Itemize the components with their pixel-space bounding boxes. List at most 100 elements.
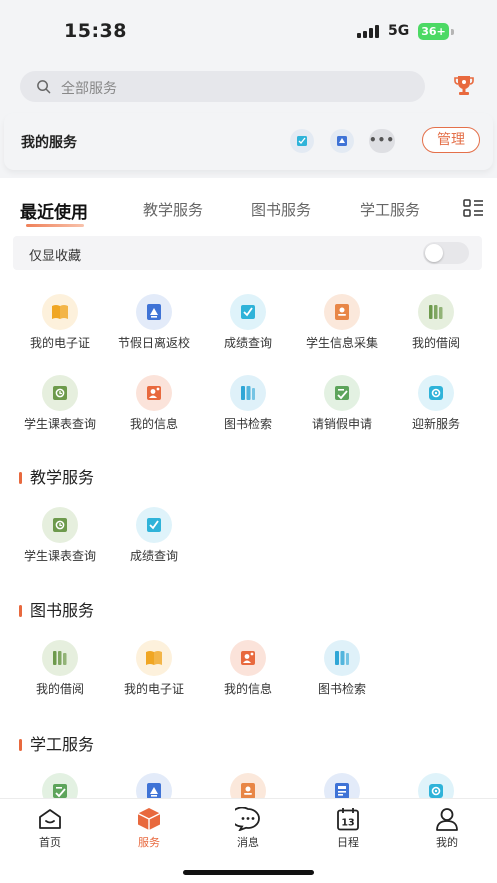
service-item-label: 学生课表查询 <box>23 549 96 563</box>
campus-pass-icon[interactable] <box>330 129 354 153</box>
battery-tip <box>451 29 454 35</box>
welcome-icon <box>418 773 454 798</box>
battery-icon: 36+ <box>418 23 449 40</box>
service-item-label: 成绩查询 <box>129 549 178 563</box>
home-icon <box>39 809 61 829</box>
service-item-label: 我的借阅 <box>411 336 460 350</box>
service-item[interactable]: 我的电子证 <box>15 294 105 352</box>
service-item-label: 迎新服务 <box>411 417 460 431</box>
nav-profile[interactable]: 我的 <box>417 807 477 850</box>
book-icon <box>136 640 172 676</box>
tab-teaching[interactable]: 教学服务 <box>143 199 203 220</box>
search-placeholder: 全部服务 <box>61 81 117 97</box>
service-item[interactable] <box>109 773 199 798</box>
signal-icon <box>357 25 379 38</box>
student-info-icon <box>230 773 266 798</box>
nav-home[interactable]: 首页 <box>20 807 80 850</box>
nav-messages[interactable]: 消息 <box>218 807 278 850</box>
grade-icon <box>230 294 266 330</box>
favorites-only-row: 仅显收藏 <box>13 236 482 270</box>
bookshelf-icon <box>42 640 78 676</box>
id-card-icon <box>324 773 360 798</box>
section-title-library: 图书服务 <box>19 597 94 621</box>
service-item-label: 学生信息采集 <box>305 336 378 350</box>
service-item[interactable]: 学生课表查询 <box>15 507 105 565</box>
section-title-student-affairs: 学工服务 <box>19 731 94 755</box>
service-item[interactable]: 我的信息 <box>203 640 293 698</box>
service-item[interactable]: 学生信息采集 <box>297 294 387 352</box>
services-panel: 最近使用 教学服务 图书服务 学工服务 仅显收藏 我的电子证 节假日离返校 成绩查询… <box>0 178 497 798</box>
manage-button[interactable]: 管理 <box>422 127 480 153</box>
toggle-knob <box>425 244 443 262</box>
grid-menu-icon[interactable] <box>463 199 484 217</box>
service-item[interactable] <box>297 773 387 798</box>
service-item[interactable]: 成绩查询 <box>203 294 293 352</box>
nav-schedule[interactable]: 13 日程 <box>318 807 378 850</box>
leave-request-icon <box>324 375 360 411</box>
service-item[interactable] <box>203 773 293 798</box>
grade-icon[interactable] <box>290 129 314 153</box>
student-info-icon <box>324 294 360 330</box>
service-item[interactable]: 我的借阅 <box>15 640 105 698</box>
service-item-label: 请销假申请 <box>311 417 372 431</box>
grade-icon <box>136 507 172 543</box>
service-item[interactable]: 图书检索 <box>203 375 293 433</box>
status-bar: 15:38 5G 36+ <box>0 0 497 60</box>
service-item[interactable]: 节假日离返校 <box>109 294 199 352</box>
active-tab-indicator <box>26 224 84 227</box>
favorites-only-toggle[interactable] <box>423 242 469 264</box>
more-icon[interactable]: ••• <box>369 129 395 153</box>
home-indicator <box>183 870 314 875</box>
category-tabs: 最近使用 教学服务 图书服务 学工服务 <box>0 178 497 236</box>
service-item[interactable]: 我的电子证 <box>109 640 199 698</box>
service-item[interactable]: 迎新服务 <box>391 375 481 433</box>
trophy-icon[interactable] <box>453 74 475 98</box>
message-icon <box>235 807 260 831</box>
book-icon <box>42 294 78 330</box>
service-item-label: 我的借阅 <box>35 682 84 696</box>
nav-services[interactable]: 服务 <box>119 807 179 850</box>
service-item-label: 我的信息 <box>223 682 272 696</box>
service-item-label: 学生课表查询 <box>23 417 96 431</box>
service-item[interactable]: 成绩查询 <box>109 507 199 565</box>
my-services-title: 我的服务 <box>21 135 77 151</box>
my-services-bar: 我的服务 ••• 管理 <box>4 113 493 170</box>
library-search-icon <box>324 640 360 676</box>
service-item[interactable]: 学生课表查询 <box>15 375 105 433</box>
service-item-label: 成绩查询 <box>223 336 272 350</box>
service-item[interactable]: 请销假申请 <box>297 375 387 433</box>
network-type: 5G <box>388 23 410 39</box>
search-icon <box>37 80 51 94</box>
welcome-icon <box>418 375 454 411</box>
bookshelf-icon <box>418 294 454 330</box>
schedule-icon <box>42 507 78 543</box>
search-input[interactable]: 全部服务 <box>20 71 425 102</box>
service-item-label: 节假日离返校 <box>117 336 190 350</box>
my-info-icon <box>230 640 266 676</box>
my-info-icon <box>136 375 172 411</box>
section-title-teaching: 教学服务 <box>19 464 94 488</box>
profile-icon <box>436 808 458 831</box>
service-item[interactable]: 我的借阅 <box>391 294 481 352</box>
service-item-label: 图书检索 <box>223 417 272 431</box>
tab-recent[interactable]: 最近使用 <box>20 198 88 223</box>
service-item-label: 我的电子证 <box>123 682 184 696</box>
library-search-icon <box>230 375 266 411</box>
service-item-label: 我的电子证 <box>29 336 90 350</box>
service-item[interactable]: 图书检索 <box>297 640 387 698</box>
favorites-only-label: 仅显收藏 <box>29 249 82 264</box>
schedule-icon <box>42 375 78 411</box>
calendar-icon: 13 <box>337 808 359 831</box>
service-item-label: 图书检索 <box>317 682 366 696</box>
leave-request-icon <box>42 773 78 798</box>
service-item-label: 我的信息 <box>129 417 178 431</box>
service-item[interactable]: 我的信息 <box>109 375 199 433</box>
status-time: 15:38 <box>64 20 127 42</box>
service-item[interactable] <box>391 773 481 798</box>
tab-student-affairs[interactable]: 学工服务 <box>360 199 420 220</box>
tab-library[interactable]: 图书服务 <box>251 199 311 220</box>
service-cube-icon <box>137 808 161 830</box>
campus-pass-icon <box>136 294 172 330</box>
service-item[interactable] <box>15 773 105 798</box>
campus-pass-icon <box>136 773 172 798</box>
